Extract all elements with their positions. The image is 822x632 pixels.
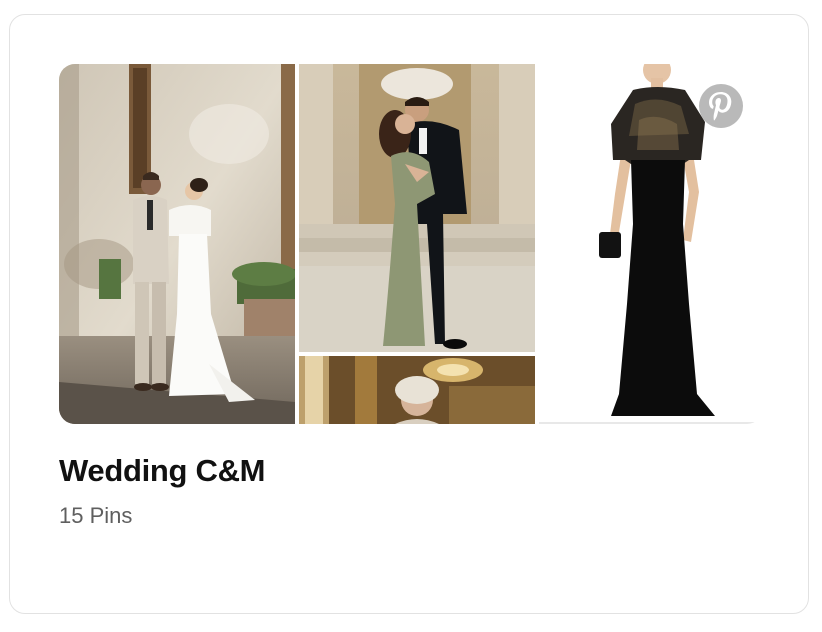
board-cover-collage[interactable] xyxy=(59,64,763,424)
board-card[interactable]: Wedding C&M 15 Pins xyxy=(9,14,809,614)
cover-image-woman-interior xyxy=(299,356,535,424)
cover-image-black-gown xyxy=(539,64,763,424)
pin-count: 15 Pins xyxy=(59,503,133,528)
board-title[interactable]: Wedding C&M xyxy=(59,453,266,489)
cover-image-couple-stone-wall xyxy=(59,64,295,424)
cover-image-couple-kissing xyxy=(299,64,535,352)
pinterest-badge xyxy=(699,84,743,128)
pinterest-logo-icon xyxy=(709,92,732,121)
